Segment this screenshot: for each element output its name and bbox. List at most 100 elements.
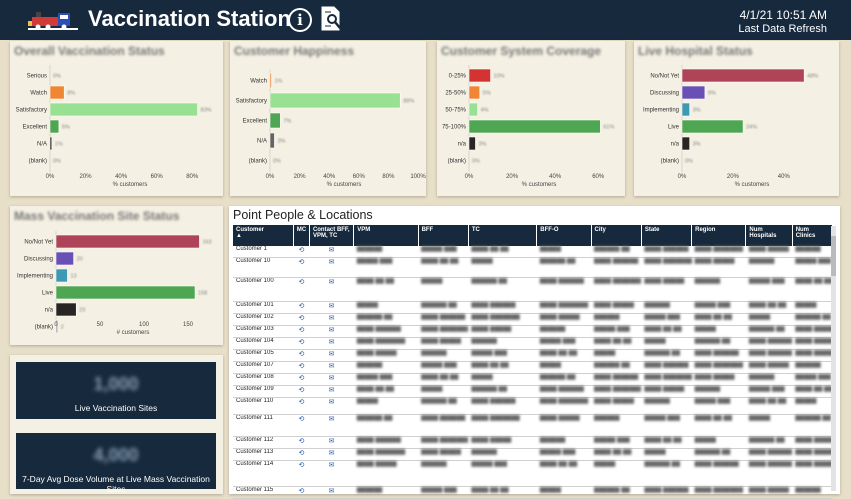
- column-header[interactable]: Customer ▲: [233, 225, 294, 246]
- category-label: n/a: [45, 308, 54, 314]
- link-icon[interactable]: ⟲: [293, 337, 310, 350]
- column-header[interactable]: Num Clinics: [792, 225, 834, 246]
- table-row[interactable]: Customer 107 ⟲ ✉ ██████ █████ ███ ████ ██ ██ █…: [233, 361, 833, 374]
- x-tick-label: 40%: [549, 174, 562, 180]
- link-icon[interactable]: ⟲: [293, 349, 310, 362]
- link-icon[interactable]: ⟲: [293, 246, 310, 258]
- email-icon[interactable]: ✉: [309, 246, 354, 258]
- email-icon[interactable]: ✉: [309, 373, 354, 386]
- redacted-cell: ████ ███████: [691, 486, 746, 499]
- table-row[interactable]: Customer 102 ⟲ ✉ ██████ ██ ████ ██████ ████ █…: [233, 313, 833, 326]
- table-title: Point People & Locations: [233, 208, 373, 222]
- sort-indicator-icon[interactable]: ▲: [236, 233, 290, 239]
- link-icon[interactable]: ⟲: [293, 313, 310, 326]
- link-icon[interactable]: ⟲: [293, 397, 310, 415]
- table-row[interactable]: Customer 1 ⟲ ✉ ██████ █████ ███ ████ ██ ██ ███…: [233, 246, 833, 258]
- link-icon[interactable]: ⟲: [293, 436, 310, 449]
- link-icon[interactable]: ⟲: [293, 460, 310, 487]
- column-header[interactable]: State: [641, 225, 693, 246]
- table-row[interactable]: Customer 115 ⟲ ✉ ██████ █████ ███ ████ ██ ██ █…: [233, 486, 833, 499]
- data-label: 1%: [55, 142, 63, 148]
- link-icon[interactable]: ⟲: [293, 486, 310, 499]
- redacted-cell: ████ ██ ██: [745, 301, 793, 314]
- table-row[interactable]: Customer 110 ⟲ ✉ █████ ██████ ██ ████ ██████ █…: [233, 397, 833, 415]
- link-icon[interactable]: ⟲: [293, 373, 310, 386]
- category-label: Implementing: [643, 108, 679, 114]
- redacted-cell: ██████ ██: [468, 385, 537, 398]
- document-search-icon[interactable]: [320, 6, 342, 32]
- email-icon[interactable]: ✉: [309, 349, 354, 362]
- table-row[interactable]: Customer 100 ⟲ ✉ ████ ██ ██ █████ ██████ ██ ██…: [233, 277, 833, 302]
- redacted-cell: ████ ██████: [792, 325, 833, 338]
- column-header[interactable]: BFF-O: [536, 225, 592, 246]
- x-tick-label: 40%: [778, 174, 791, 180]
- system-coverage-chart[interactable]: 0-25% 10% 25-50% 5% 50-75% 4% 75-100% 61% n/a 3% (…: [437, 41, 625, 196]
- table-row[interactable]: Customer 101 ⟲ ✉ █████ ██████ ██ ████ ██████ █…: [233, 301, 833, 314]
- email-icon[interactable]: ✉: [309, 460, 354, 487]
- customer-happiness-chart[interactable]: Watch 1% Satisfactory 88% Excellent 7% N/A 3% (b…: [230, 41, 426, 196]
- table-row[interactable]: Customer 108 ⟲ ✉ █████ ███ ████ ██ ██ █████ ██…: [233, 373, 833, 386]
- hospital-status-card: Live Hospital Status No/Not Yet 48% Discus…: [634, 41, 839, 196]
- email-icon[interactable]: ✉: [309, 313, 354, 326]
- scrollbar-thumb[interactable]: [831, 236, 836, 276]
- redacted-cell: ██████ ██: [691, 448, 746, 461]
- link-icon[interactable]: ⟲: [293, 448, 310, 461]
- redacted-cell: ██████ ██: [468, 277, 537, 302]
- redacted-cell: █████: [641, 448, 692, 461]
- link-icon[interactable]: ⟲: [293, 325, 310, 338]
- table-row[interactable]: Customer 111 ⟲ ✉ ██████ ██ ████ ██████ ████ █…: [233, 414, 833, 437]
- link-icon[interactable]: ⟲: [293, 301, 310, 314]
- chart-title: Customer Happiness: [234, 44, 355, 58]
- column-header[interactable]: BFF: [418, 225, 469, 246]
- email-icon[interactable]: ✉: [309, 257, 354, 278]
- hospital-status-chart[interactable]: No/Not Yet 48% Discussing 9% Implementing 3% L…: [634, 41, 839, 196]
- link-icon[interactable]: ⟲: [293, 414, 310, 437]
- column-header[interactable]: MC: [293, 225, 310, 246]
- link-icon[interactable]: ⟲: [293, 277, 310, 302]
- email-icon[interactable]: ✉: [309, 397, 354, 415]
- link-icon[interactable]: ⟲: [293, 385, 310, 398]
- email-icon[interactable]: ✉: [309, 414, 354, 437]
- table-row[interactable]: Customer 10 ⟲ ✉ █████ ███ ████ ██ ██ █████ ███…: [233, 257, 833, 278]
- redacted-cell: ██████: [745, 373, 793, 386]
- redacted-cell: ████ ██████: [641, 361, 692, 374]
- table-row[interactable]: Customer 112 ⟲ ✉ ████ ██████ ████ ███████ ███…: [233, 436, 833, 449]
- column-header[interactable]: VPM: [353, 225, 419, 246]
- data-label: 3%: [693, 142, 701, 148]
- column-header[interactable]: TC: [468, 225, 538, 246]
- column-header[interactable]: Region: [691, 225, 747, 246]
- info-icon[interactable]: i: [288, 8, 312, 32]
- column-header[interactable]: Num Hospitals: [745, 225, 793, 246]
- email-icon[interactable]: ✉: [309, 436, 354, 449]
- email-icon[interactable]: ✉: [309, 361, 354, 374]
- data-refresh-info: 4/1/21 10:51 AM Last Data Refresh: [738, 8, 827, 36]
- customer-cell: Customer 114: [233, 460, 294, 487]
- x-tick-label: 0%: [266, 174, 275, 180]
- column-header[interactable]: City: [591, 225, 642, 246]
- email-icon[interactable]: ✉: [309, 277, 354, 302]
- email-icon[interactable]: ✉: [309, 325, 354, 338]
- table-scrollbar[interactable]: [831, 226, 836, 491]
- mass-site-status-chart[interactable]: No/Not Yet 163 Discussing 20 Implementing 13 L…: [10, 206, 223, 345]
- table-row[interactable]: Customer 105 ⟲ ✉ ████ █████ ██████ █████ ███ █…: [233, 349, 833, 362]
- kpi-label: Live Vaccination Sites: [74, 403, 158, 413]
- table-row[interactable]: Customer 103 ⟲ ✉ ████ ██████ ████ ███████ ███…: [233, 325, 833, 338]
- table-row[interactable]: Customer 114 ⟲ ✉ ████ █████ ██████ █████ ███ █…: [233, 460, 833, 487]
- overall-status-chart[interactable]: Serious 0% Watch 8% Satisfactory 83% Excellent…: [10, 41, 223, 196]
- table-row[interactable]: Customer 113 ⟲ ✉ ████ ███████ ████ █████ ████…: [233, 448, 833, 461]
- table-row[interactable]: Customer 104 ⟲ ✉ ████ ███████ ████ █████ ████…: [233, 337, 833, 350]
- x-axis-title: % customers: [735, 182, 770, 188]
- data-label: 88%: [403, 99, 414, 105]
- email-icon[interactable]: ✉: [309, 385, 354, 398]
- link-icon[interactable]: ⟲: [293, 361, 310, 374]
- email-icon[interactable]: ✉: [309, 301, 354, 314]
- email-icon[interactable]: ✉: [309, 486, 354, 499]
- table-row[interactable]: Customer 109 ⟲ ✉ ████ ██ ██ █████ ██████ ██ ██…: [233, 385, 833, 398]
- link-icon[interactable]: ⟲: [293, 257, 310, 278]
- email-icon[interactable]: ✉: [309, 337, 354, 350]
- column-header[interactable]: Contact BFF, VPM, TC: [309, 225, 355, 246]
- email-icon[interactable]: ✉: [309, 448, 354, 461]
- redacted-cell: ████ ███████: [641, 373, 692, 386]
- redacted-cell: ████ █████: [353, 460, 419, 487]
- data-label: 48%: [807, 74, 818, 80]
